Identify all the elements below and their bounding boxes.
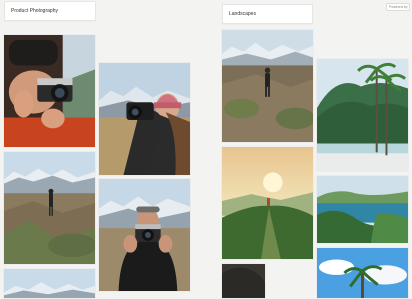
tile-woman-pink-beanie[interactable] (98, 62, 191, 176)
board-title-landscapes[interactable]: Landscapes (222, 4, 313, 24)
board-title-text: Landscapes (229, 11, 256, 17)
tile-mountain-hiker-ridge[interactable] (221, 29, 314, 143)
tile-rock-bottom[interactable] (221, 263, 266, 299)
board-title-product-photography[interactable]: Product Photography (4, 1, 96, 21)
tile-coast-green-bay[interactable] (316, 175, 409, 244)
powered-by-badge[interactable]: Powered by (386, 3, 411, 11)
board-title-text: Product Photography (11, 8, 58, 14)
tile-hiker-rocky-valley[interactable] (3, 151, 96, 265)
tile-sunset-green-ridge[interactable] (221, 146, 314, 260)
tile-palm-sky-bottom[interactable] (316, 247, 409, 299)
tile-tropical-palms-cliffs[interactable] (316, 58, 409, 172)
tile-portrait-camera-red-jacket[interactable] (3, 34, 96, 148)
tile-man-camera-black-shirt[interactable] (98, 178, 191, 292)
tile-snowy-peaks-bottom[interactable] (3, 268, 96, 299)
